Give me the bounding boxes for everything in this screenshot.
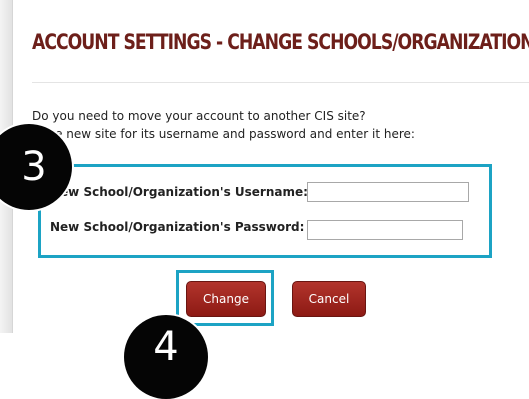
step-3-number: 3 [21, 144, 47, 190]
cancel-button[interactable]: Cancel [292, 281, 366, 317]
username-field[interactable] [307, 182, 469, 202]
password-label: New School/Organization's Password: [50, 220, 305, 234]
step-4-marker: 4 [124, 315, 208, 399]
username-label: New School/Organization's Username: [50, 185, 308, 199]
page-title: ACCOUNT SETTINGS - CHANGE SCHOOLS/ORGANI… [32, 30, 529, 54]
change-button[interactable]: Change [186, 281, 266, 317]
form-highlight-box [38, 164, 492, 258]
password-field[interactable] [307, 220, 463, 240]
description-line-2: k the new site for its username and pass… [32, 127, 415, 141]
title-divider [32, 82, 529, 83]
description-line-1: Do you need to move your account to anot… [32, 109, 366, 123]
